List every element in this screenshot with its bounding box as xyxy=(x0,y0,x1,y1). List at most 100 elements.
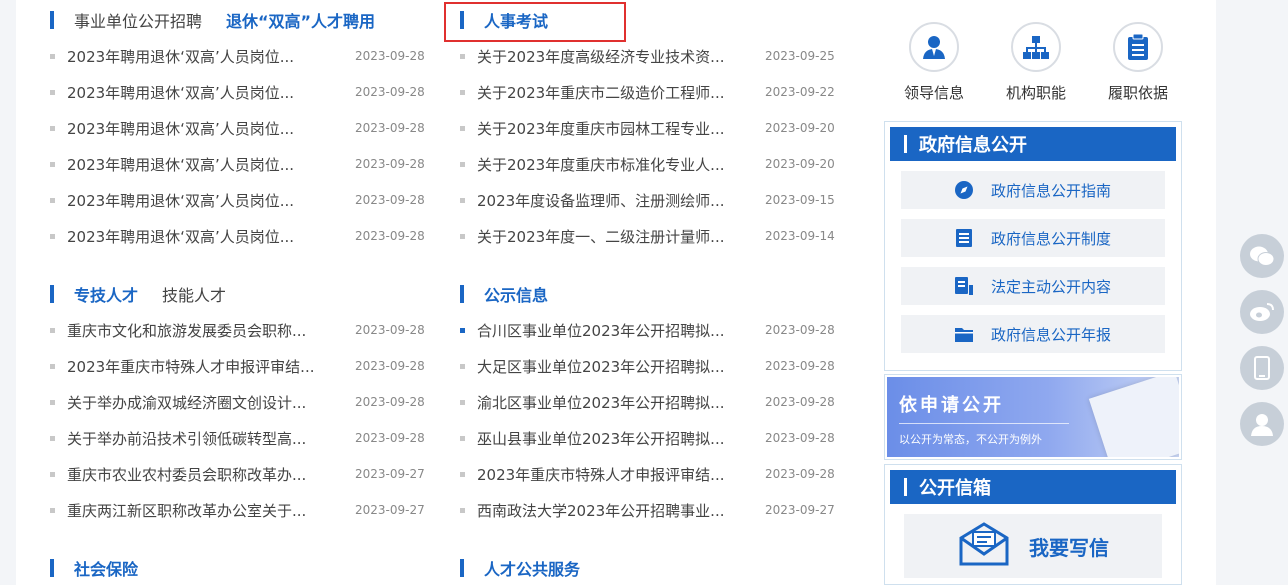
tab-social-insurance[interactable]: 社会保险 xyxy=(74,556,138,580)
item-title[interactable]: 2023年聘用退休‘双高’人员岗位... xyxy=(67,46,337,67)
clipboard-icon xyxy=(1113,22,1163,72)
weibo-icon[interactable] xyxy=(1240,290,1284,334)
item-title[interactable]: 2023年聘用退休‘双高’人员岗位... xyxy=(67,82,337,103)
list-item[interactable]: 合川区事业单位2023年公开招聘拟... 2023-09-28 xyxy=(460,312,850,348)
list-item[interactable]: 2023年聘用退休‘双高’人员岗位... 2023-09-28 xyxy=(50,38,440,74)
header-bar xyxy=(904,478,907,496)
panel-item-label: 法定主动公开内容 xyxy=(990,277,1111,296)
item-title[interactable]: 巫山县事业单位2023年公开招聘拟... xyxy=(477,428,747,449)
item-title[interactable]: 关于2023年度重庆市园林工程专业... xyxy=(477,118,747,139)
list-item[interactable]: 巫山县事业单位2023年公开招聘拟... 2023-09-28 xyxy=(460,420,850,456)
list-item[interactable]: 重庆两江新区职称改革办公室关于... 2023-09-27 xyxy=(50,492,440,528)
item-title[interactable]: 重庆两江新区职称改革办公室关于... xyxy=(67,500,337,521)
tab-retired-talent[interactable]: 退休“双高”人才聘用 xyxy=(226,8,375,32)
list-item[interactable]: 渝北区事业单位2023年公开招聘拟... 2023-09-28 xyxy=(460,384,850,420)
mailbox-panel: 公开信箱 我要写信 xyxy=(884,464,1182,585)
item-date: 2023-09-27 xyxy=(355,467,425,481)
list-item[interactable]: 关于2023年度重庆市标准化专业人... 2023-09-20 xyxy=(460,146,850,182)
section-recruitment: 事业单位公开招聘 退休“双高”人才聘用 2023年聘用退休‘双高’人员岗位...… xyxy=(50,2,440,254)
panel-title: 政府信息公开 xyxy=(919,135,1027,156)
item-date: 2023-09-28 xyxy=(355,323,425,337)
item-title[interactable]: 2023年聘用退休‘双高’人员岗位... xyxy=(67,190,337,211)
item-title[interactable]: 重庆市农业农村委员会职称改革办... xyxy=(67,464,337,485)
list-item[interactable]: 2023年重庆市特殊人才申报评审结... 2023-09-28 xyxy=(460,456,850,492)
list-item[interactable]: 2023年聘用退休‘双高’人员岗位... 2023-09-28 xyxy=(50,74,440,110)
item-date: 2023-09-28 xyxy=(355,85,425,99)
tab-public-notice[interactable]: 公示信息 xyxy=(484,282,548,306)
list-item[interactable]: 2023年聘用退休‘双高’人员岗位... 2023-09-28 xyxy=(50,146,440,182)
tab-professional-talent[interactable]: 专技人才 xyxy=(74,282,138,306)
item-title[interactable]: 2023年聘用退休‘双高’人员岗位... xyxy=(67,154,337,175)
list-item[interactable]: 关于举办成渝双城经济圈文创设计... 2023-09-28 xyxy=(50,384,440,420)
annual-report-link[interactable]: 政府信息公开年报 xyxy=(901,315,1165,353)
bullet-dot xyxy=(460,471,465,477)
write-letter-button[interactable]: 我要写信 xyxy=(904,514,1162,578)
list-item[interactable]: 重庆市农业农村委员会职称改革办... 2023-09-27 xyxy=(50,456,440,492)
item-title[interactable]: 重庆市文化和旅游发展委员会职称... xyxy=(67,320,337,341)
list-item[interactable]: 关于2023年度高级经济专业技术资... 2023-09-25 xyxy=(460,38,850,74)
item-title[interactable]: 2023年重庆市特殊人才申报评审结... xyxy=(477,464,747,485)
item-title[interactable]: 关于举办前沿技术引领低碳转型高... xyxy=(67,428,337,449)
tab-public-recruitment[interactable]: 事业单位公开招聘 xyxy=(74,8,202,32)
list-item[interactable]: 关于2023年重庆市二级造价工程师... 2023-09-22 xyxy=(460,74,850,110)
bullet-dot xyxy=(50,161,55,167)
section-bar xyxy=(50,11,54,29)
bullet-dot xyxy=(50,197,55,203)
item-date: 2023-09-22 xyxy=(765,85,835,99)
list-item[interactable]: 2023年重庆市特殊人才申报评审结... 2023-09-28 xyxy=(50,348,440,384)
item-date: 2023-09-27 xyxy=(765,503,835,517)
duty-basis-button[interactable]: 履职依据 xyxy=(1090,22,1186,103)
bullet-dot xyxy=(50,53,55,59)
list-item[interactable]: 大足区事业单位2023年公开招聘拟... 2023-09-28 xyxy=(460,348,850,384)
list-item[interactable]: 2023年聘用退休‘双高’人员岗位... 2023-09-28 xyxy=(50,218,440,254)
item-title[interactable]: 关于2023年度一、二级注册计量师... xyxy=(477,226,747,247)
tab-skilled-talent[interactable]: 技能人才 xyxy=(162,282,226,306)
list-item[interactable]: 关于2023年度重庆市园林工程专业... 2023-09-20 xyxy=(460,110,850,146)
item-title[interactable]: 2023年聘用退休‘双高’人员岗位... xyxy=(67,118,337,139)
item-title[interactable]: 大足区事业单位2023年公开招聘拟... xyxy=(477,356,747,377)
bullet-dot xyxy=(50,125,55,131)
item-title[interactable]: 关于2023年度高级经济专业技术资... xyxy=(477,46,747,67)
page-container: 事业单位公开招聘 退休“双高”人才聘用 2023年聘用退休‘双高’人员岗位...… xyxy=(16,0,1216,585)
item-title[interactable]: 合川区事业单位2023年公开招聘拟... xyxy=(477,320,747,341)
item-title[interactable]: 关于举办成渝双城经济圈文创设计... xyxy=(67,392,337,413)
list-item[interactable]: 重庆市文化和旅游发展委员会职称... 2023-09-28 xyxy=(50,312,440,348)
apply-disclosure-banner[interactable]: 依申请公开 以公开为常态，不公开为例外 xyxy=(884,374,1182,460)
org-function-button[interactable]: 机构职能 xyxy=(988,22,1084,103)
section-professional-talent: 专技人才 技能人才 重庆市文化和旅游发展委员会职称... 2023-09-28 2… xyxy=(50,276,440,528)
section-public-notice: 公示信息 合川区事业单位2023年公开招聘拟... 2023-09-28 大足区事… xyxy=(460,276,850,528)
item-title[interactable]: 2023年聘用退休‘双高’人员岗位... xyxy=(67,226,337,247)
item-title[interactable]: 2023年重庆市特殊人才申报评审结... xyxy=(67,356,337,377)
user-service-icon[interactable] xyxy=(1240,402,1284,446)
item-date: 2023-09-28 xyxy=(355,431,425,445)
list-item[interactable]: 关于举办前沿技术引领低碳转型高... 2023-09-28 xyxy=(50,420,440,456)
gov-info-guide-link[interactable]: 政府信息公开指南 xyxy=(901,171,1165,209)
item-date: 2023-09-20 xyxy=(765,121,835,135)
section-bar xyxy=(460,559,464,577)
item-title[interactable]: 渝北区事业单位2023年公开招聘拟... xyxy=(477,392,747,413)
item-title[interactable]: 2023年度设备监理师、注册测绘师... xyxy=(477,190,747,211)
section-bar xyxy=(460,285,464,303)
list-item[interactable]: 2023年度设备监理师、注册测绘师... 2023-09-15 xyxy=(460,182,850,218)
document-list-icon xyxy=(955,229,973,247)
leader-info-button[interactable]: 领导信息 xyxy=(886,22,982,103)
item-title[interactable]: 关于2023年度重庆市标准化专业人... xyxy=(477,154,747,175)
list-item[interactable]: 2023年聘用退休‘双高’人员岗位... 2023-09-28 xyxy=(50,182,440,218)
item-title[interactable]: 西南政法大学2023年公开招聘事业... xyxy=(477,500,747,521)
mandatory-disclosure-link[interactable]: 法定主动公开内容 xyxy=(901,267,1165,305)
list-item[interactable]: 西南政法大学2023年公开招聘事业... 2023-09-27 xyxy=(460,492,850,528)
section-bar xyxy=(50,559,54,577)
list-item[interactable]: 关于2023年度一、二级注册计量师... 2023-09-14 xyxy=(460,218,850,254)
mobile-icon[interactable] xyxy=(1240,346,1284,390)
compass-icon xyxy=(954,181,973,199)
tab-talent-public-service[interactable]: 人才公共服务 xyxy=(484,556,580,580)
item-date: 2023-09-28 xyxy=(765,467,835,481)
icon-label: 机构职能 xyxy=(1005,84,1066,102)
bullet-dot xyxy=(50,327,55,333)
gov-info-system-link[interactable]: 政府信息公开制度 xyxy=(901,219,1165,257)
bullet-dot xyxy=(460,53,465,59)
item-date: 2023-09-28 xyxy=(765,323,835,337)
wechat-icon[interactable] xyxy=(1240,234,1284,278)
item-title[interactable]: 关于2023年重庆市二级造价工程师... xyxy=(477,82,747,103)
list-item[interactable]: 2023年聘用退休‘双高’人员岗位... 2023-09-28 xyxy=(50,110,440,146)
